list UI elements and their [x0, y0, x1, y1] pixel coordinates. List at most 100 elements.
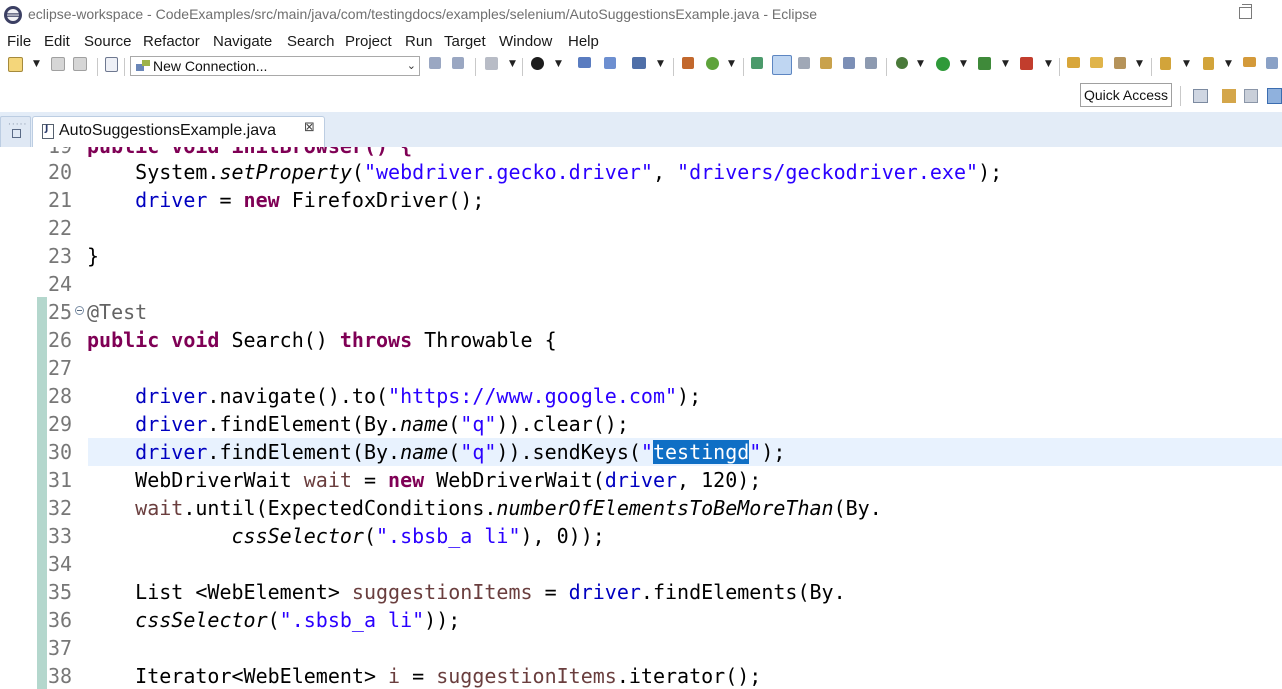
- console-dropdown-icon[interactable]: ▼: [657, 59, 664, 69]
- package-icon[interactable]: [682, 57, 694, 69]
- forward-icon[interactable]: [1266, 57, 1278, 69]
- line-number: 27: [48, 356, 73, 380]
- debug-perspective-icon[interactable]: [1267, 88, 1282, 104]
- menu-file[interactable]: File: [7, 33, 31, 50]
- menu-navigate[interactable]: Navigate: [213, 33, 272, 50]
- debug-icon[interactable]: [896, 57, 908, 69]
- toolbar-separator: [673, 58, 674, 76]
- profile-dropdown-icon[interactable]: ▼: [555, 59, 562, 69]
- binary-icon[interactable]: [105, 57, 118, 72]
- toolbar-separator: [97, 58, 98, 76]
- run-icon[interactable]: [936, 57, 950, 71]
- terminal-icon[interactable]: [578, 57, 591, 68]
- back-icon[interactable]: [1243, 57, 1256, 67]
- fold-collapse-icon[interactable]: [75, 306, 84, 315]
- refresh-dropdown-icon[interactable]: ▼: [728, 59, 735, 69]
- toggle-icon[interactable]: [798, 57, 810, 69]
- pilcrow-icon[interactable]: [865, 57, 877, 69]
- tree-dropdown-icon[interactable]: ▼: [509, 59, 516, 69]
- code-line-28: driver.navigate().to("https://www.google…: [135, 384, 702, 408]
- menu-window[interactable]: Window: [499, 33, 552, 50]
- connection-combo[interactable]: New Connection... ⌄: [130, 56, 420, 76]
- code-line-26: public void Search() throws Throwable {: [87, 328, 557, 352]
- search-dropdown-icon[interactable]: ▼: [1136, 59, 1143, 69]
- code-editor[interactable]: 19 20 21 22 23 24 25 26 27 28 29 30 31 3…: [0, 147, 1282, 689]
- block-icon[interactable]: [843, 57, 855, 69]
- menu-refactor[interactable]: Refactor: [143, 33, 200, 50]
- new-dropdown-icon[interactable]: ▼: [33, 59, 40, 69]
- maximize-button[interactable]: [1239, 4, 1252, 19]
- refresh-icon[interactable]: [706, 57, 719, 70]
- close-icon[interactable]: ⊠: [304, 120, 315, 135]
- toolbar-separator: [522, 58, 523, 76]
- mark-occurrences-icon[interactable]: [772, 55, 792, 75]
- chevron-down-icon[interactable]: ⌄: [407, 59, 416, 72]
- menu-help[interactable]: Help: [568, 33, 599, 50]
- git-perspective-icon[interactable]: [1244, 89, 1258, 103]
- java-file-icon: [42, 124, 54, 139]
- line-number: 24: [48, 272, 73, 296]
- tree-icon[interactable]: [485, 57, 498, 70]
- line-number: 38: [48, 664, 73, 688]
- toolbar-separator: [475, 58, 476, 76]
- line-number: 30: [48, 440, 73, 464]
- validate-icon[interactable]: [751, 57, 763, 69]
- open-perspective-icon[interactable]: [1193, 89, 1208, 103]
- selected-text: testingd: [652, 440, 750, 464]
- code-line-35: List <WebElement> suggestionItems = driv…: [87, 580, 846, 604]
- quick-diff-bar: [37, 297, 47, 689]
- editor-tab[interactable]: AutoSuggestionsExample.java ⊠: [32, 116, 325, 147]
- menu-source[interactable]: Source: [84, 33, 132, 50]
- next-annotation-dropdown-icon[interactable]: ▼: [1183, 59, 1190, 69]
- new-icon[interactable]: [8, 57, 23, 72]
- save-all-icon[interactable]: [73, 57, 87, 71]
- connection-combo-value: New Connection...: [153, 58, 268, 74]
- perspective-separator: [1180, 86, 1181, 106]
- line-number: 23: [48, 244, 73, 268]
- previous-annotation-icon[interactable]: [1203, 57, 1214, 70]
- open-folder-icon[interactable]: [1090, 57, 1103, 68]
- menu-search[interactable]: Search: [287, 33, 335, 50]
- previous-annotation-dropdown-icon[interactable]: ▼: [1225, 59, 1232, 69]
- line-number: 32: [48, 496, 73, 520]
- menu-target[interactable]: Target: [444, 33, 486, 50]
- code-line-32: wait.until(ExpectedConditions.numberOfEl…: [135, 496, 882, 520]
- save-icon[interactable]: [51, 57, 65, 71]
- menu-edit[interactable]: Edit: [44, 33, 70, 50]
- code-line-20: System.setProperty("webdriver.gecko.driv…: [87, 160, 1003, 184]
- external-tools-icon[interactable]: [1020, 57, 1033, 70]
- open-type-icon[interactable]: [1067, 57, 1080, 68]
- menu-run[interactable]: Run: [405, 33, 433, 50]
- toolbar-separator: [1059, 58, 1060, 76]
- menu-project[interactable]: Project: [345, 33, 392, 50]
- search-icon[interactable]: [1114, 57, 1126, 69]
- restore-icon[interactable]: [12, 129, 21, 138]
- code-line-19: public void initBrowser() {: [87, 147, 412, 158]
- connect-icon[interactable]: [429, 57, 441, 69]
- quick-access-row: Quick Access: [0, 80, 1282, 112]
- tab-title: AutoSuggestionsExample.java: [59, 122, 277, 139]
- code-line-31: WebDriverWait wait = new WebDriverWait(d…: [87, 468, 762, 492]
- next-annotation-icon[interactable]: [1160, 57, 1171, 70]
- code-line-21: driver = new FirefoxDriver();: [135, 188, 485, 212]
- coverage-icon[interactable]: [978, 57, 991, 70]
- line-number: 26: [48, 328, 73, 352]
- quick-access-input[interactable]: Quick Access: [1080, 83, 1172, 107]
- menu-bar: File Edit Source Refactor Navigate Searc…: [0, 31, 1282, 53]
- coverage-dropdown-icon[interactable]: ▼: [1002, 59, 1009, 69]
- line-number: 20: [48, 160, 73, 184]
- run-dropdown-icon[interactable]: ▼: [960, 59, 967, 69]
- annotation-icon[interactable]: [820, 57, 832, 69]
- pin-icon[interactable]: [604, 57, 616, 69]
- line-number: 37: [48, 636, 73, 660]
- code-line-25: @Test: [87, 300, 148, 324]
- code-line-38: Iterator<WebElement> i = suggestionItems…: [87, 664, 762, 688]
- code-line-29: driver.findElement(By.name("q")).clear()…: [135, 412, 629, 436]
- external-tools-dropdown-icon[interactable]: ▼: [1045, 59, 1052, 69]
- java-perspective-icon[interactable]: [1222, 89, 1236, 103]
- disconnect-icon[interactable]: [452, 57, 464, 69]
- profile-icon[interactable]: [531, 57, 544, 70]
- debug-dropdown-icon[interactable]: ▼: [917, 59, 924, 69]
- line-number: 34: [48, 552, 73, 576]
- console-icon[interactable]: [632, 57, 646, 69]
